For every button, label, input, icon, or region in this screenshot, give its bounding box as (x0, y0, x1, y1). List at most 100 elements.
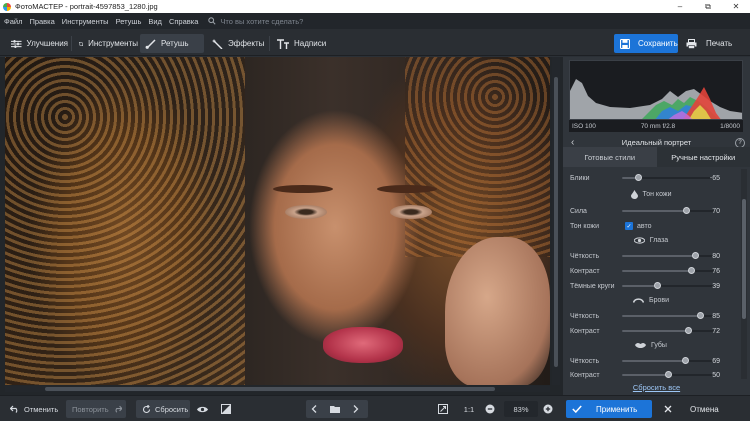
section-skin-tone: Тон кожи (563, 188, 739, 200)
slider-lip-contrast[interactable]: Контраст 50 (570, 369, 739, 379)
slider-eye-clarity[interactable]: Чёткость 80 (570, 250, 739, 262)
slider-value: 76 (712, 267, 720, 275)
portrait-photo[interactable] (5, 57, 550, 385)
close-button[interactable]: ✕ (722, 0, 750, 13)
slider-dark-circles[interactable]: Тёмные круги 39 (570, 280, 739, 292)
canvas-horizontal-scrollbar[interactable] (5, 386, 550, 392)
menu-retouch[interactable]: Ретушь (116, 17, 142, 26)
slider-track[interactable] (622, 267, 714, 274)
open-folder-button[interactable] (326, 405, 348, 413)
compare-button[interactable] (218, 400, 238, 418)
slider-knob[interactable] (654, 282, 662, 289)
compare-icon (221, 404, 231, 414)
scrollbar-thumb[interactable] (45, 387, 495, 391)
zoom-in-button[interactable] (542, 400, 558, 418)
section-eyes-label: Глаза (649, 236, 669, 244)
tab-text[interactable]: Надписи (272, 34, 332, 53)
menu-view[interactable]: Вид (148, 17, 162, 26)
undo-button[interactable]: Отменить (6, 400, 62, 418)
tab-enhancements[interactable]: Улучшения (6, 34, 68, 53)
text-icon (277, 38, 289, 49)
reset-label: Сбросить (155, 404, 189, 414)
next-image-button[interactable] (348, 405, 368, 413)
photo-eye-left (285, 205, 327, 219)
zoom-in-icon (543, 404, 553, 414)
slider-track[interactable] (622, 282, 714, 289)
histogram (569, 60, 743, 120)
image-canvas[interactable] (0, 57, 563, 395)
zoom-out-button[interactable] (484, 400, 500, 418)
exif-info: ISO 100 70 mm f/2.8 1/8000 (569, 120, 743, 132)
photo-hair-right (405, 57, 550, 257)
slider-lip-clarity[interactable]: Чёткость 69 (570, 355, 739, 367)
zoom-level[interactable]: 83% (504, 401, 538, 417)
fit-screen-button[interactable] (436, 400, 454, 418)
menu-edit[interactable]: Правка (29, 17, 54, 26)
menu-file[interactable]: Файл (4, 17, 22, 26)
print-button[interactable]: Печать (682, 34, 742, 53)
slider-track[interactable] (622, 327, 714, 334)
tab-tools[interactable]: Инструменты (74, 34, 138, 53)
auto-checkbox[interactable]: ✓ (625, 222, 633, 230)
scrollbar-thumb[interactable] (742, 199, 746, 319)
section-skin-label: Тон кожи (642, 190, 672, 198)
tab-enhancements-label: Улучшения (26, 39, 68, 48)
slider-brow-clarity[interactable]: Чёткость 85 (570, 310, 739, 322)
slider-track[interactable] (622, 371, 714, 378)
canvas-vertical-scrollbar[interactable] (552, 57, 560, 385)
reset-all-link[interactable]: Сбросить все (563, 383, 750, 392)
skin-tone-auto-row[interactable]: Тон кожи ✓ авто (570, 220, 739, 232)
auto-checkbox-label: авто (637, 222, 652, 230)
prev-image-button[interactable] (306, 405, 326, 413)
menu-help[interactable]: Справка (169, 17, 198, 26)
slider-skin-strength[interactable]: Сила 70 (570, 205, 739, 217)
tab-manual-settings[interactable]: Ручные настройки (656, 147, 750, 167)
cancel-button[interactable]: Отмена (660, 400, 746, 418)
slider-track[interactable] (622, 207, 714, 214)
slider-knob[interactable] (664, 371, 672, 378)
tab-retouch[interactable]: Ретушь (140, 34, 204, 53)
print-button-label: Печать (706, 39, 733, 48)
slider-label: Контраст (570, 267, 600, 275)
slider-value: 69 (712, 357, 720, 365)
slider-knob[interactable] (692, 252, 700, 259)
toolbar-divider (269, 36, 270, 51)
slider-track[interactable] (622, 357, 714, 364)
toolbar-divider (71, 36, 72, 51)
tab-ready-styles[interactable]: Готовые стили (563, 147, 657, 167)
slider-knob[interactable] (684, 327, 692, 334)
slider-knob[interactable] (688, 267, 696, 274)
slider-track[interactable] (622, 174, 714, 181)
printer-icon (686, 38, 697, 49)
slider-knob[interactable] (634, 174, 642, 181)
menu-tools[interactable]: Инструменты (62, 17, 109, 26)
reset-button[interactable]: Сбросить (136, 400, 190, 418)
tab-effects[interactable]: Эффекты (207, 34, 267, 53)
slider-eye-contrast[interactable]: Контраст 76 (570, 265, 739, 277)
preview-eye-button[interactable] (194, 400, 214, 418)
search-icon (208, 17, 216, 25)
slider-brow-contrast[interactable]: Контраст 72 (570, 325, 739, 337)
slider-label: Чёткость (570, 357, 600, 365)
zoom-1to1-button[interactable]: 1:1 (461, 400, 477, 418)
slider-track[interactable] (622, 312, 714, 319)
redo-button[interactable]: Повторить (66, 400, 126, 418)
search-box[interactable]: Что вы хотите сделать? (208, 17, 303, 26)
slider-value: -65 (709, 174, 720, 182)
chevron-left-icon (311, 405, 317, 413)
help-icon[interactable]: ? (735, 137, 745, 148)
panel-scrollbar[interactable] (741, 169, 747, 379)
slider-knob[interactable] (681, 357, 689, 364)
slider-track[interactable] (622, 252, 714, 259)
bottom-bar: Отменить Повторить Сбросить 1:1 83% Прим… (0, 395, 750, 421)
save-button[interactable]: Сохранить (614, 34, 678, 53)
apply-button[interactable]: Применить (566, 400, 652, 418)
slider-knob[interactable] (696, 312, 704, 319)
scrollbar-thumb[interactable] (554, 77, 558, 367)
slider-highlights[interactable]: Блики -65 (570, 172, 739, 184)
chevron-right-icon (353, 405, 359, 413)
panel-tabs: Готовые стили Ручные настройки (563, 147, 750, 167)
maximize-button[interactable]: ⧉ (694, 0, 722, 13)
minimize-button[interactable]: – (666, 0, 694, 13)
slider-knob[interactable] (682, 207, 690, 214)
